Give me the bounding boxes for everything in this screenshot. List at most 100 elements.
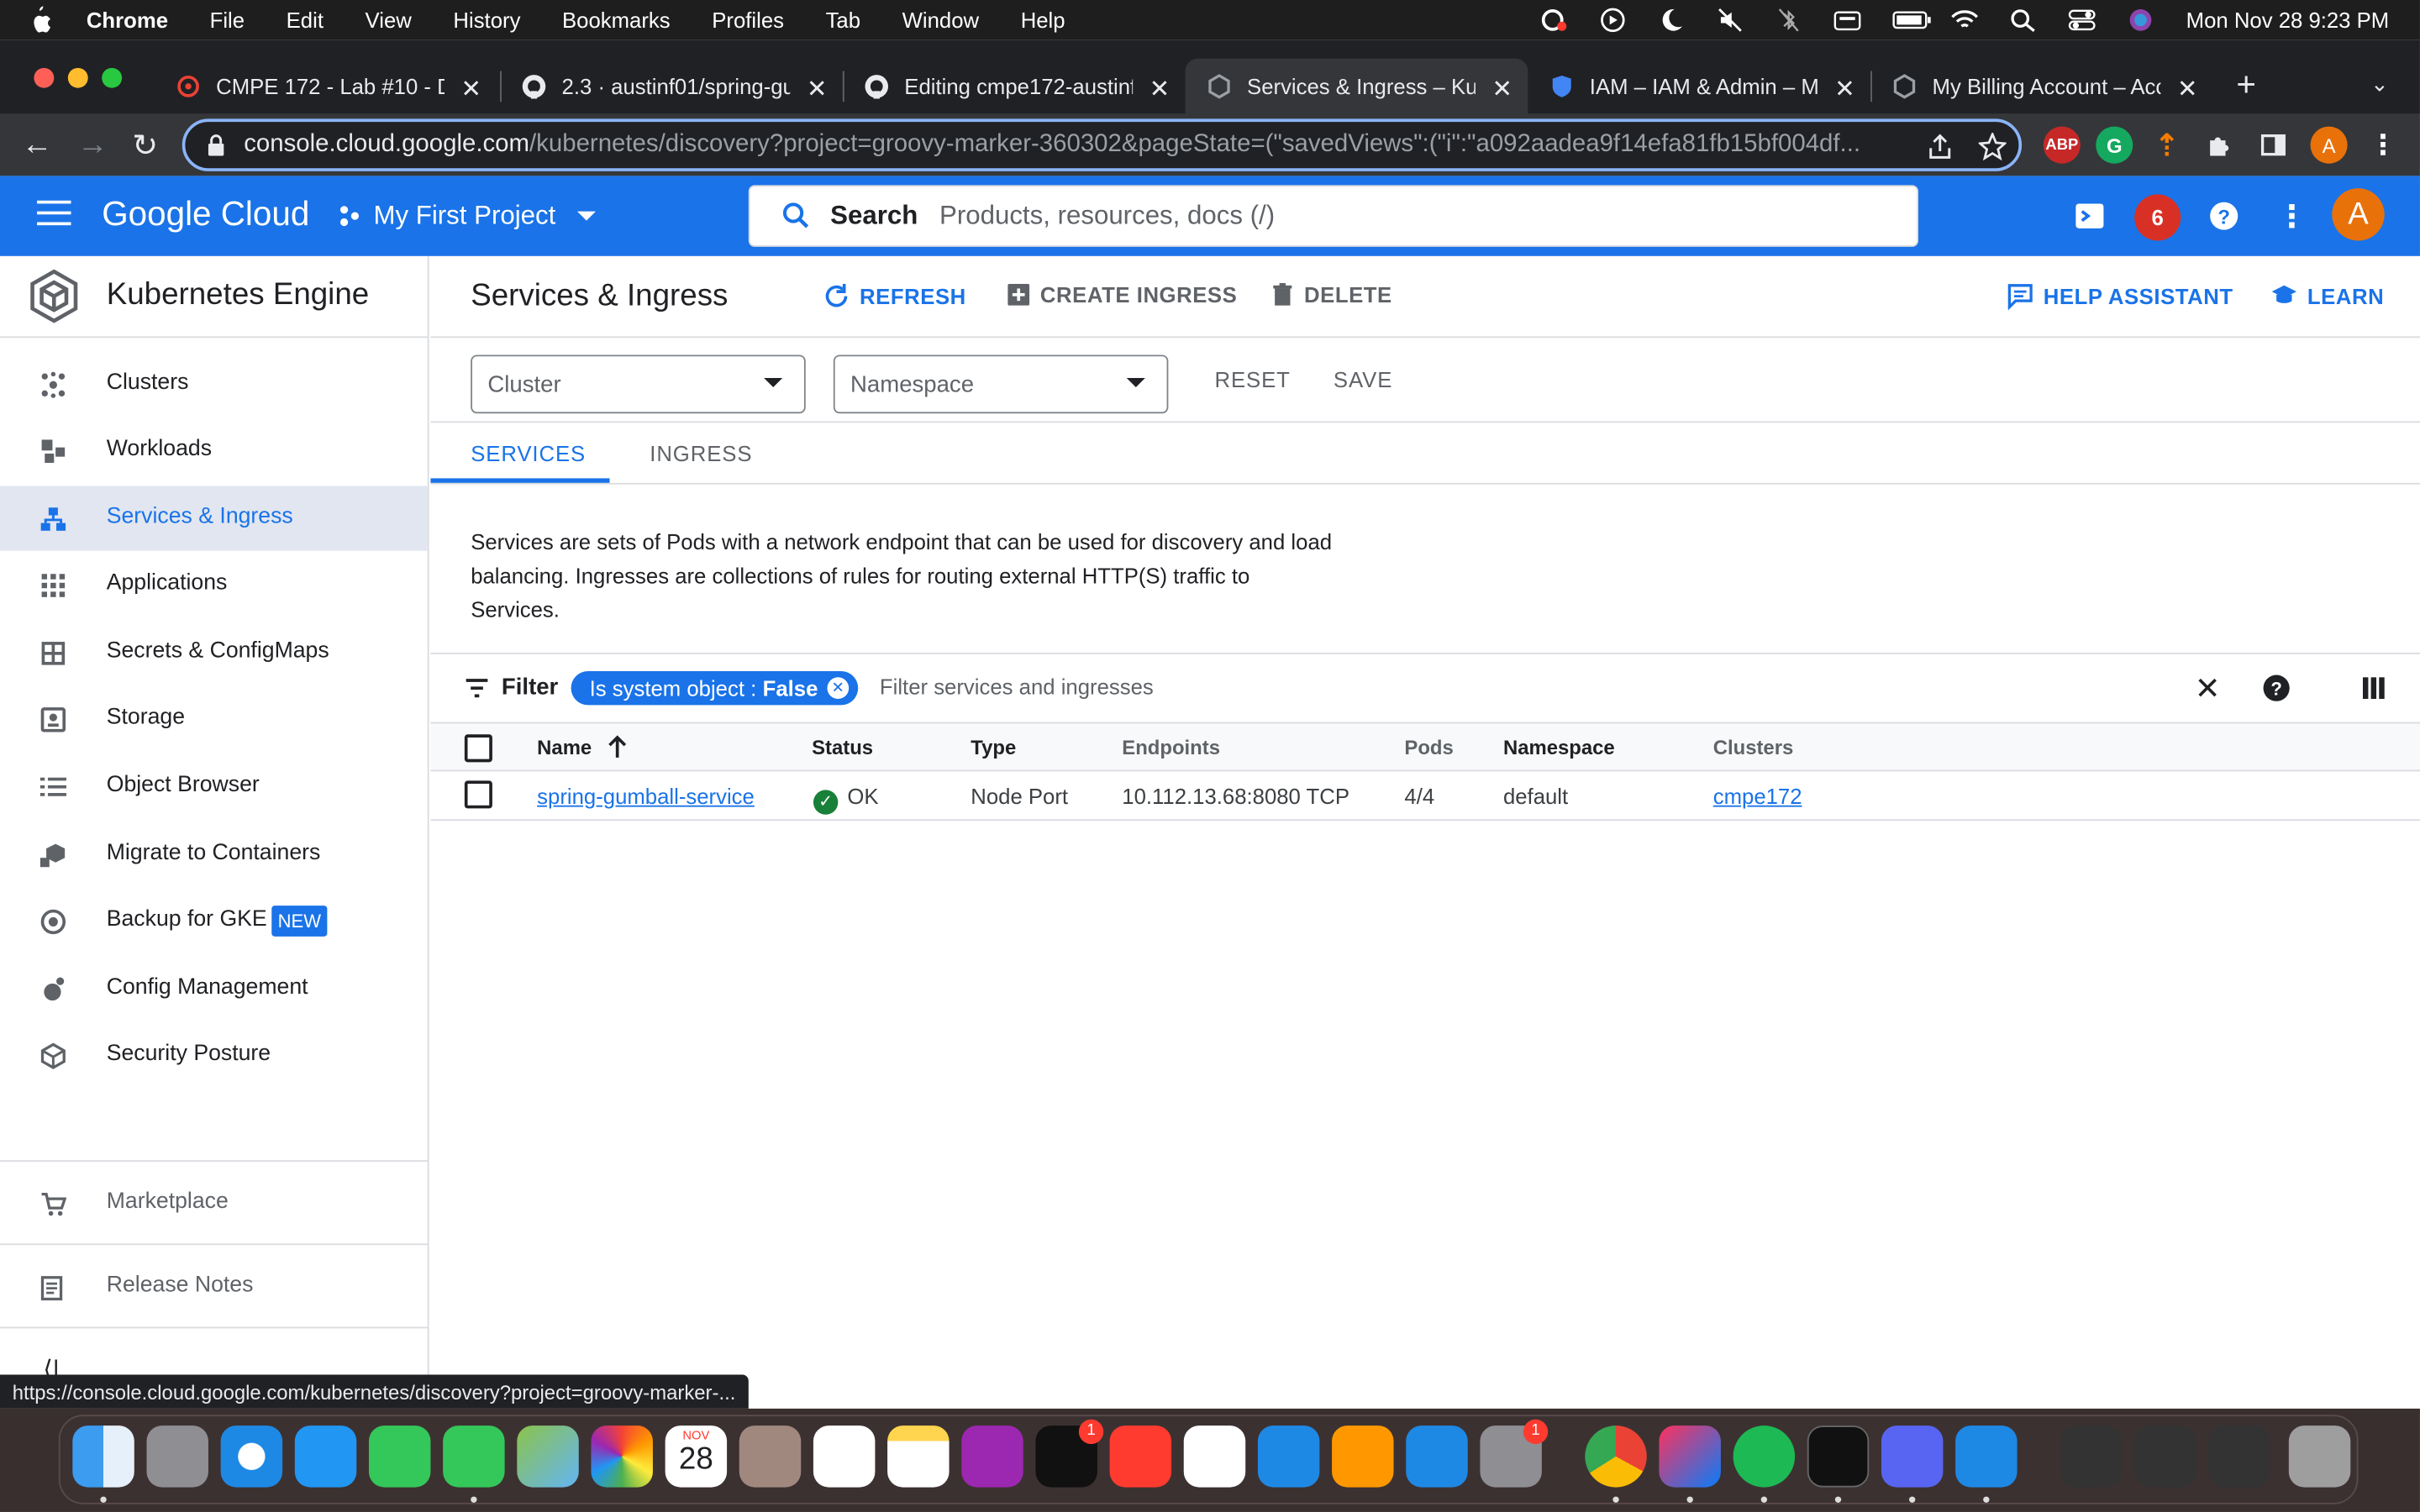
share-icon[interactable]	[1926, 133, 1954, 160]
launchpad-icon[interactable]	[146, 1425, 208, 1488]
battery-icon[interactable]	[1893, 8, 1932, 32]
cluster-link[interactable]: cmpe172	[1713, 784, 1802, 808]
menu-edit[interactable]: Edit	[287, 8, 324, 32]
menu-profiles[interactable]: Profiles	[712, 8, 784, 32]
tab-services-ingress[interactable]: Services & Ingress – Kub ✕	[1185, 58, 1528, 114]
minimized-window-icon[interactable]	[2134, 1425, 2196, 1488]
tab-search-chevron-icon[interactable]: ⌄	[2370, 71, 2389, 97]
podcasts-icon[interactable]	[961, 1425, 1023, 1488]
menu-bookmarks[interactable]: Bookmarks	[562, 8, 671, 32]
minimized-window-icon[interactable]	[2060, 1425, 2123, 1488]
column-header-name[interactable]: Name	[537, 736, 592, 759]
calendar-icon[interactable]: NOV 28	[665, 1425, 728, 1488]
sidebar-item-marketplace[interactable]: Marketplace	[0, 1171, 428, 1236]
close-tab-icon[interactable]: ✕	[2177, 74, 2198, 105]
minimize-window-button[interactable]	[67, 67, 88, 88]
siri-icon[interactable]	[2128, 8, 2155, 32]
grammarly-extension-icon[interactable]: G	[2096, 126, 2133, 164]
tuning-fork-extension-icon[interactable]: ⇡	[2149, 127, 2186, 164]
sidebar-item-migrate-to-containers[interactable]: Migrate to Containers	[0, 822, 428, 887]
namespace-select[interactable]: Namespace	[833, 354, 1169, 414]
new-tab-button[interactable]: +	[2236, 65, 2256, 105]
contacts-icon[interactable]	[739, 1425, 802, 1488]
app-store-icon[interactable]	[1406, 1425, 1468, 1488]
news-icon[interactable]	[1109, 1425, 1172, 1488]
save-button[interactable]: SAVE	[1334, 367, 1392, 391]
create-ingress-button[interactable]: CREATE INGRESS	[1007, 282, 1238, 307]
chrome-icon[interactable]	[1585, 1425, 1647, 1488]
notifications-badge[interactable]: 6	[2134, 194, 2181, 241]
project-picker[interactable]: My First Project	[336, 201, 597, 232]
remove-chip-icon[interactable]: ✕	[827, 677, 850, 700]
apple-icon[interactable]	[31, 6, 55, 34]
sidebar-item-release-notes[interactable]: Release Notes	[0, 1254, 428, 1319]
address-bar[interactable]: console.cloud.google.com/kubernetes/disc…	[182, 118, 2023, 171]
control-center-icon[interactable]	[2069, 8, 2096, 32]
help-assistant-button[interactable]: HELP ASSISTANT	[2007, 282, 2233, 311]
tab-cmpe172-lab[interactable]: CMPE 172 - Lab #10 - Do ✕	[155, 59, 497, 114]
menu-app-name[interactable]: Chrome	[87, 8, 168, 32]
tab-services[interactable]: SERVICES	[471, 441, 586, 465]
mute-icon[interactable]	[1717, 8, 1744, 32]
cluster-select[interactable]: Cluster	[471, 354, 806, 414]
xcode-icon[interactable]	[1955, 1425, 2018, 1488]
sidebar-item-backup-for-gke[interactable]: Backup for GKE NEW	[0, 889, 428, 953]
zoom-window-button[interactable]	[102, 67, 123, 88]
reminders-icon[interactable]	[813, 1425, 876, 1488]
sidebar-item-workloads[interactable]: Workloads	[0, 418, 428, 483]
menu-clock[interactable]: Mon Nov 28 9:23 PM	[2186, 8, 2390, 32]
sidebar-item-secrets-configmaps[interactable]: Secrets & ConfigMaps	[0, 620, 428, 685]
sidebar-item-object-browser[interactable]: Object Browser	[0, 754, 428, 819]
tab-github-editing[interactable]: Editing cmpe172-austinf ✕	[843, 59, 1186, 114]
navigation-menu-icon[interactable]	[37, 200, 71, 228]
menu-window[interactable]: Window	[902, 8, 979, 32]
spotify-icon[interactable]	[1733, 1425, 1796, 1488]
learn-button[interactable]: LEARN	[2270, 282, 2384, 310]
menu-tab[interactable]: Tab	[826, 8, 860, 32]
menu-view[interactable]: View	[366, 8, 412, 32]
back-button[interactable]: ←	[18, 127, 55, 164]
messages-icon[interactable]	[443, 1425, 505, 1488]
address-url[interactable]: console.cloud.google.com/kubernetes/disc…	[244, 131, 1911, 159]
tab-iam-admin[interactable]: IAM – IAM & Admin – My ✕	[1528, 59, 1870, 114]
numbers-icon[interactable]	[1183, 1425, 1246, 1488]
photos-icon[interactable]	[591, 1425, 653, 1488]
refresh-button[interactable]: REFRESH	[823, 282, 966, 310]
google-cloud-logo[interactable]: Google Cloud	[102, 194, 309, 234]
maps-icon[interactable]	[517, 1425, 579, 1488]
more-options-icon[interactable]: ⋮	[2273, 197, 2310, 234]
minimized-window-icon[interactable]	[2208, 1425, 2270, 1488]
menu-help[interactable]: Help	[1021, 8, 1065, 32]
row-checkbox[interactable]	[464, 780, 492, 809]
tab-billing[interactable]: My Billing Account – Acc ✕	[1870, 59, 2213, 114]
column-display-icon[interactable]	[2361, 675, 2386, 700]
tab-github-spring-gumball[interactable]: 2.3 · austinf01/spring-gu ✕	[500, 59, 843, 114]
menu-file[interactable]: File	[210, 8, 245, 32]
filter-button[interactable]: Filter	[465, 675, 558, 701]
creative-cloud-icon[interactable]	[1541, 8, 1569, 32]
close-tab-icon[interactable]: ✕	[1834, 74, 1855, 105]
sidebar-item-applications[interactable]: Applications	[0, 553, 428, 617]
filter-input[interactable]: Filter services and ingresses	[880, 675, 1154, 699]
reload-button[interactable]: ↻	[127, 127, 164, 164]
bluetooth-off-icon[interactable]	[1776, 8, 1803, 32]
tab-ingress[interactable]: INGRESS	[650, 441, 752, 465]
close-tab-icon[interactable]: ✕	[1150, 74, 1171, 105]
select-all-checkbox[interactable]	[464, 734, 492, 763]
service-name-link[interactable]: spring-gumball-service	[537, 784, 755, 808]
wifi-icon[interactable]	[1951, 8, 1979, 32]
sidebar-item-config-management[interactable]: Config Management	[0, 957, 428, 1021]
sidebar-item-storage[interactable]: Storage	[0, 686, 428, 751]
facetime-icon[interactable]	[368, 1425, 431, 1488]
filter-chip-system-object[interactable]: Is system object : False ✕	[571, 670, 859, 706]
safari-icon[interactable]	[220, 1425, 283, 1488]
spotlight-icon[interactable]	[2010, 8, 2038, 33]
close-window-button[interactable]	[34, 67, 55, 88]
sidebar-item-services-ingress[interactable]: Services & Ingress	[0, 486, 428, 551]
chrome-menu-icon[interactable]: ⋮	[2365, 127, 2402, 164]
mail-icon[interactable]	[294, 1425, 357, 1488]
profile-avatar[interactable]: A	[2310, 126, 2348, 164]
help-icon[interactable]: ?	[2206, 197, 2243, 234]
help-icon[interactable]: ?	[2263, 675, 2291, 702]
discord-icon[interactable]	[1881, 1425, 1944, 1488]
